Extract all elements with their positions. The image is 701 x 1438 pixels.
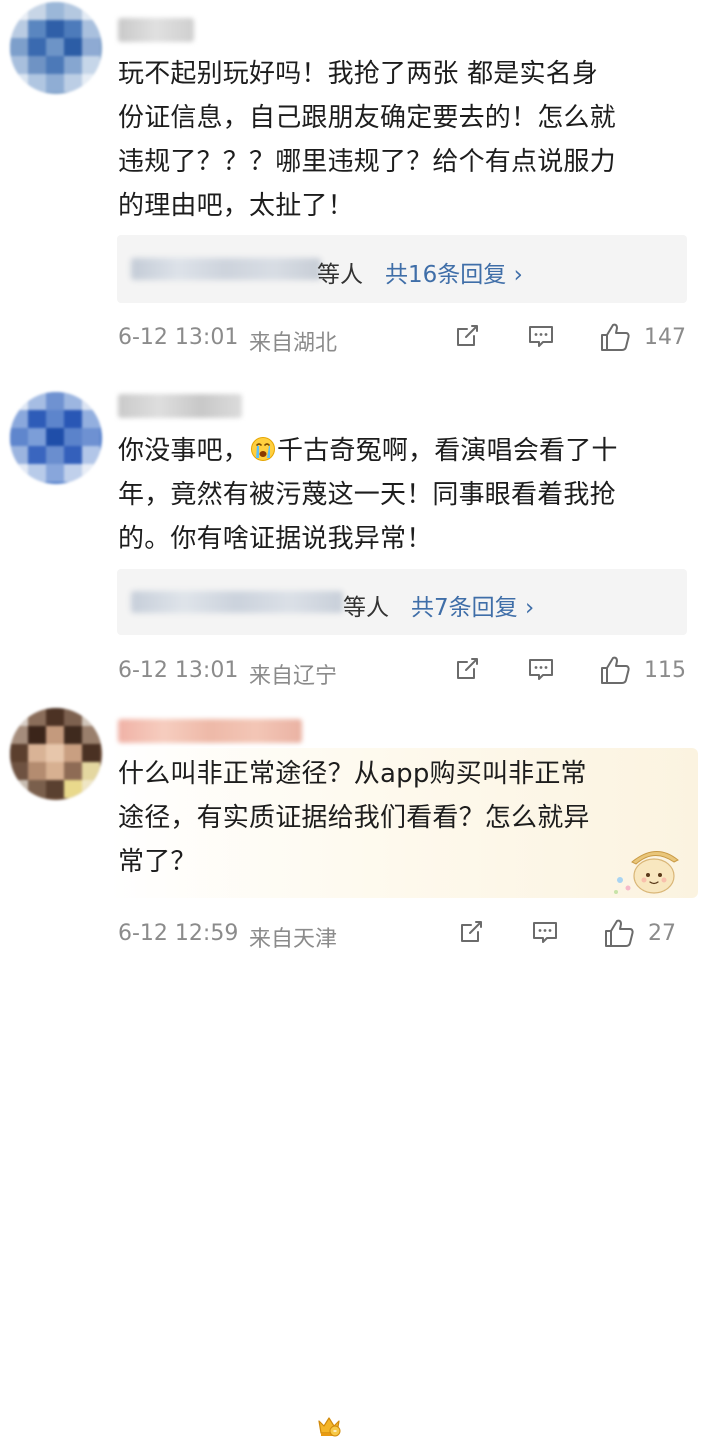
comment-line: 玩不起别玩好吗！我抢了两张 都是实名身 [118,59,599,89]
comment-line: 年，竟然有被污蔑这一天！同事眼看着我抢 [118,480,616,510]
username[interactable] [118,719,302,743]
view-replies-link[interactable]: 共16条回复 › [385,255,523,289]
comment-location: 来自湖北 [249,331,338,356]
comment-time: 6-12 13:01 [118,658,239,683]
thumbs-up-icon[interactable] [603,917,637,949]
avatar[interactable] [10,708,102,800]
comment-line: 的。你有啥证据说我异常！ [118,524,433,554]
like-count: 115 [644,658,686,683]
comment-item: 玩不起别玩好吗！我抢了两张 都是实名身 份证信息，自己跟朋友确定要去的！怎么就 … [0,0,701,370]
comment-meta: 6-12 13:01 来自辽宁 115 [118,654,693,690]
comment-line: 你没事吧， 千古奇冤啊，看演唱会看了十 [118,429,618,473]
comment-text: 什么叫非正常途径？从app购买叫非正常 途径，有实质证据给我们看看？怎么就异 常… [118,752,590,884]
comment-item: 你没事吧， 千古奇冤啊，看演唱会看了十 年，竟然有被污蔑这一天！同事眼看着我抢 … [0,370,701,700]
comment-time: 6-12 12:59 [118,921,239,946]
comment-icon[interactable] [530,917,560,947]
replies-preview[interactable]: 等人 共16条回复 › [117,235,687,303]
vip-crown-icon[interactable] [316,1414,342,1438]
comment-line: 途径，有实质证据给我们看看？怎么就异 [118,803,590,833]
reply-user-names [131,591,343,613]
view-replies-link[interactable]: 共7条回复 › [411,588,534,622]
reply-others-label: 等人 [317,262,363,288]
reply-user-names [131,258,321,280]
comment-line: 常了？ [118,847,197,877]
username[interactable] [118,18,194,42]
thumbs-up-icon[interactable] [599,321,633,353]
comment-line: 违规了？？？哪里违规了？给个有点说服力 [118,147,616,177]
share-icon[interactable] [456,917,486,947]
username[interactable] [118,394,242,418]
comment-line: 的理由吧，太扯了！ [118,191,354,221]
comment-icon[interactable] [526,654,556,684]
reply-others-label: 等人 [343,595,389,621]
comment-line: 什么叫非正常途径？从app购买叫非正常 [118,759,587,789]
avatar[interactable] [10,2,102,94]
comment-meta: 6-12 13:01 来自湖北 147 [118,321,693,357]
comment-meta: 6-12 12:59 来自天津 27 [118,917,693,953]
share-icon[interactable] [452,654,482,684]
comment-text-segment: 你没事吧， [118,436,250,466]
avatar[interactable] [10,392,102,484]
comment-location: 来自天津 [249,927,338,952]
comment-text: 玩不起别玩好吗！我抢了两张 都是实名身 份证信息，自己跟朋友确定要去的！怎么就 … [118,52,616,228]
comment-text-segment: 千古奇冤啊，看演唱会看了十 [277,436,618,466]
crying-face-emoji [251,437,276,461]
thumbs-up-icon[interactable] [599,654,633,686]
comment-icon[interactable] [526,321,556,351]
comment-time: 6-12 13:01 [118,325,239,350]
replies-preview[interactable]: 等人 共7条回复 › [117,569,687,635]
like-count: 147 [644,325,686,350]
comment-item: 什么叫非正常途径？从app购买叫非正常 途径，有实质证据给我们看看？怎么就异 常… [0,700,701,1437]
share-icon[interactable] [452,321,482,351]
comment-line: 份证信息，自己跟朋友确定要去的！怎么就 [118,103,616,133]
comment-location: 来自辽宁 [249,664,338,689]
comment-text: 你没事吧， 千古奇冤啊，看演唱会看了十 年，竟然有被污蔑这一天！同事眼看着我抢 … [118,429,618,561]
like-count: 27 [648,921,676,946]
